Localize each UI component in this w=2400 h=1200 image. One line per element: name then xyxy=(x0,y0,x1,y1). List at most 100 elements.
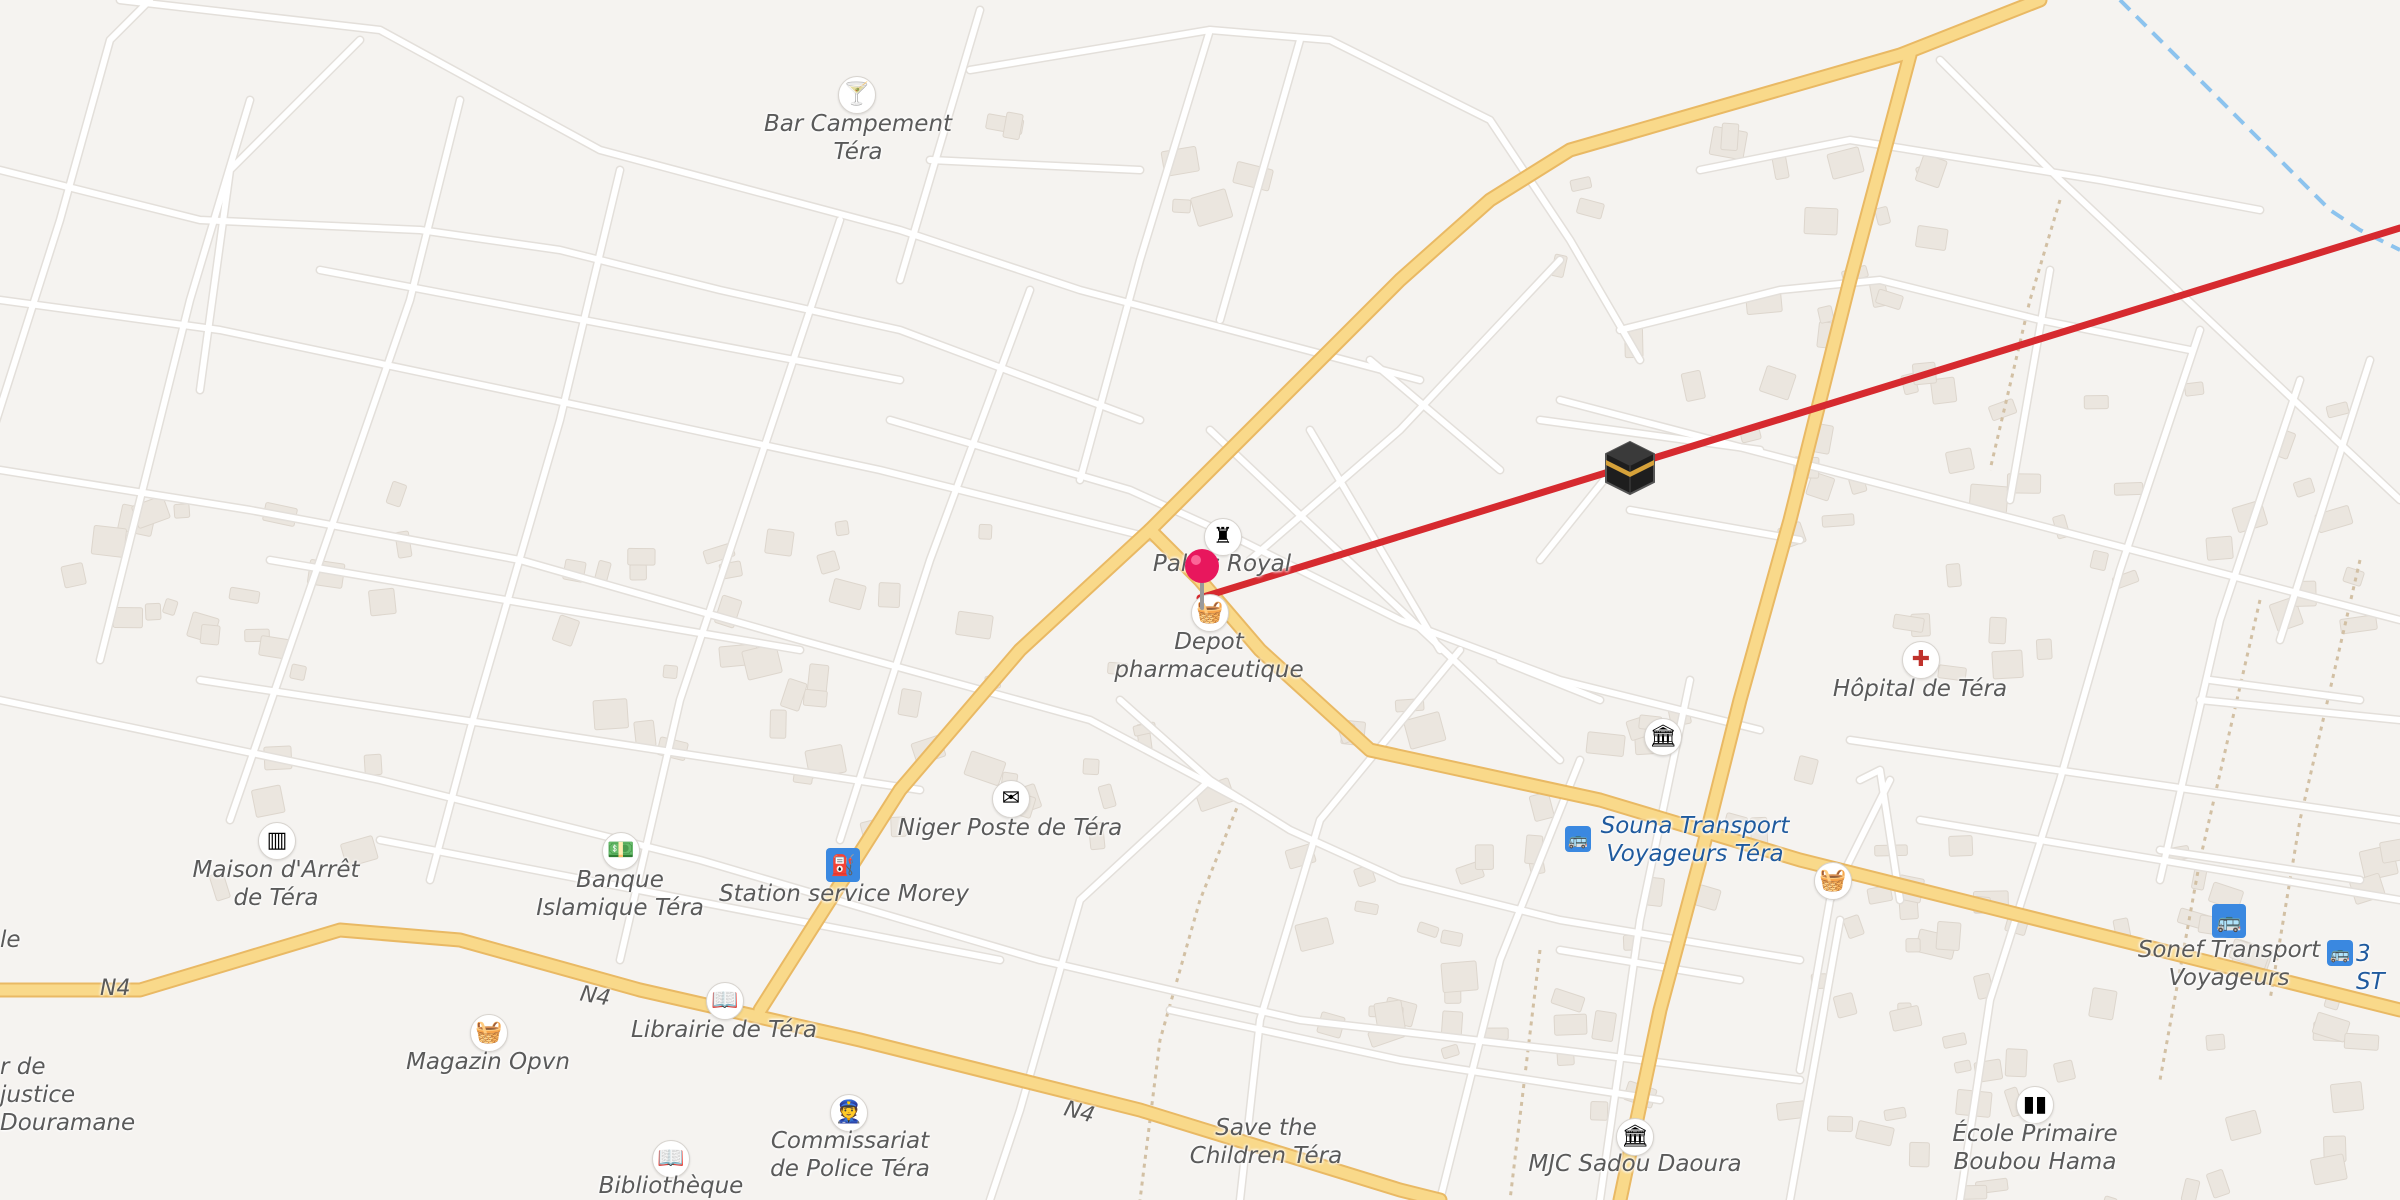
building xyxy=(1953,1059,1972,1074)
road-label-n4: N4 xyxy=(578,981,613,1012)
building xyxy=(2325,401,2350,419)
building xyxy=(552,614,580,647)
minor-road xyxy=(1557,947,1743,983)
building xyxy=(1942,1032,1967,1049)
building xyxy=(769,709,787,739)
minor-road xyxy=(1217,37,1303,323)
building xyxy=(2099,1195,2118,1200)
minor-road-casing xyxy=(0,0,155,424)
building xyxy=(1720,122,1740,152)
bus-icon[interactable]: 🚌 xyxy=(2212,904,2246,938)
building xyxy=(629,563,647,581)
building xyxy=(1905,938,1921,953)
poi-label[interactable]: Maison d'Arrêt de Téra xyxy=(176,856,376,912)
building xyxy=(2205,535,2234,561)
building xyxy=(2379,838,2400,864)
poi-label[interactable]: École Primaire Boubou Hama xyxy=(1930,1120,2140,1176)
building xyxy=(1842,914,1865,939)
building xyxy=(802,688,828,708)
building xyxy=(963,750,1007,786)
building xyxy=(385,481,407,508)
building xyxy=(1569,176,1593,192)
minor-road xyxy=(317,267,903,383)
map-pin-icon[interactable] xyxy=(1180,546,1224,610)
building xyxy=(2089,549,2109,571)
prison-icon[interactable]: ▥ xyxy=(258,822,296,860)
building xyxy=(2343,1032,2380,1051)
poi-label[interactable]: Sonef Transport Voyageurs xyxy=(2116,936,2342,992)
poi-label[interactable]: Librairie de Téra xyxy=(614,1016,834,1044)
fuel-pump-icon[interactable]: ⛽ xyxy=(826,848,860,882)
building xyxy=(251,784,286,818)
map-view[interactable]: N4 N4 N4 🍸 Bar Campement Téra ♜ Palais R… xyxy=(0,0,2400,1200)
building xyxy=(1883,1106,1907,1122)
building xyxy=(228,586,261,604)
building xyxy=(1550,988,1586,1013)
poi-label[interactable]: Souna Transport Voyageurs Téra xyxy=(1580,812,1810,868)
banknote-icon[interactable]: 💵 xyxy=(602,832,640,870)
school-icon[interactable]: ▮▮ xyxy=(2016,1086,2054,1124)
building xyxy=(2293,477,2316,498)
building xyxy=(1833,992,1858,1019)
minor-road-casing xyxy=(1615,275,2195,355)
minor-road xyxy=(1917,817,2400,903)
poi-label[interactable]: r de justice Douramane xyxy=(0,1053,135,1137)
building xyxy=(1440,960,1479,993)
building xyxy=(1294,917,1334,952)
building xyxy=(2180,1178,2201,1200)
poi-label[interactable]: Commissariat de Police Téra xyxy=(740,1127,960,1183)
building xyxy=(1416,921,1440,938)
bus-icon[interactable]: 🚌 xyxy=(2327,940,2353,966)
red-cross-icon[interactable]: ✚ xyxy=(1902,641,1940,679)
minor-road xyxy=(197,37,363,393)
building xyxy=(2205,1033,2226,1051)
poi-label[interactable]: Bar Campement Téra xyxy=(738,110,978,166)
building xyxy=(1759,365,1797,401)
building xyxy=(289,663,307,681)
building xyxy=(828,578,867,611)
building xyxy=(1553,1013,1588,1036)
building xyxy=(1354,900,1379,916)
building xyxy=(2329,1081,2365,1114)
basket-icon[interactable]: 🧺 xyxy=(470,1014,508,1052)
building xyxy=(1680,369,1706,402)
building xyxy=(627,547,656,566)
cocktail-icon[interactable]: 🍸 xyxy=(838,76,876,114)
building xyxy=(2342,566,2365,587)
minor-road xyxy=(2207,677,2363,703)
building xyxy=(1826,146,1865,180)
minor-road-casing xyxy=(0,465,1245,805)
poi-label[interactable]: Banque Islamique Téra xyxy=(520,866,720,922)
building xyxy=(2310,1153,2348,1186)
poi-label[interactable]: Station service Morey xyxy=(712,880,976,908)
museum-icon[interactable]: 🏛 xyxy=(1644,718,1682,756)
poi-label[interactable]: Bibliothèque xyxy=(576,1172,766,1200)
minor-road xyxy=(1207,427,1563,763)
book-icon[interactable]: 📖 xyxy=(706,982,744,1020)
minor-road xyxy=(1847,737,2400,823)
building xyxy=(2004,1048,2028,1078)
building xyxy=(1908,1141,1930,1168)
basket-icon[interactable]: 🧺 xyxy=(1814,862,1852,900)
poi-label[interactable]: Niger Poste de Téra xyxy=(880,814,1140,842)
building xyxy=(978,523,993,540)
building xyxy=(144,602,162,621)
poi-label[interactable]: 3 ST xyxy=(2356,940,2400,996)
poi-label[interactable]: Hôpital de Téra xyxy=(1800,675,2040,703)
building xyxy=(1803,206,1839,236)
kaaba-icon[interactable] xyxy=(1602,440,1658,496)
building xyxy=(1190,188,1234,227)
minor-road xyxy=(0,0,153,419)
building xyxy=(1440,929,1464,947)
poi-label[interactable]: Save the Children Téra xyxy=(1166,1114,1366,1170)
building xyxy=(897,688,922,718)
poi-label[interactable]: Magazin Opvn xyxy=(388,1048,588,1076)
poi-label[interactable]: le xyxy=(0,926,30,954)
poi-label[interactable]: MJC Sadou Daoura xyxy=(1520,1150,1750,1178)
minor-road xyxy=(1627,507,1803,543)
poi-label[interactable]: Depot pharmaceutique xyxy=(1089,628,1329,684)
minor-road xyxy=(1497,657,1603,703)
minor-road xyxy=(1367,357,1503,473)
building xyxy=(1002,111,1024,140)
envelope-icon[interactable]: ✉ xyxy=(992,780,1030,818)
